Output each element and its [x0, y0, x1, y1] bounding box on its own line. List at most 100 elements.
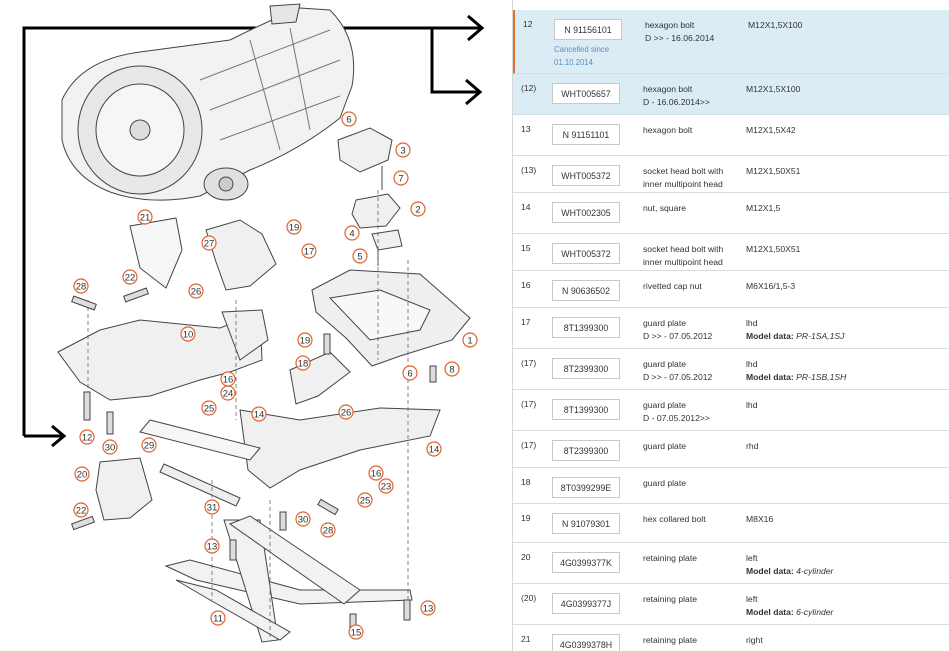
callout-31: 31	[204, 499, 220, 515]
svg-text:22: 22	[76, 506, 87, 517]
description-line: inner multipoint head	[643, 257, 723, 267]
model-data-label: Model data:	[746, 331, 794, 341]
svg-text:24: 24	[223, 389, 234, 400]
callout-15: 15	[348, 624, 364, 640]
position-number: 16	[521, 280, 531, 290]
callout-26: 26	[188, 283, 204, 299]
position-number: 19	[521, 513, 531, 523]
callout-16: 16	[220, 371, 236, 387]
model-data-label: Model data:	[746, 566, 794, 576]
svg-text:11: 11	[213, 614, 223, 625]
position-number: (20)	[521, 593, 537, 603]
part-description: hexagon bolt D - 16.06.2014>>	[643, 83, 743, 109]
position-number: (12)	[521, 83, 537, 93]
part-description: guard plate D - 07.05.2012>>	[643, 399, 743, 425]
svg-text:8: 8	[449, 365, 454, 376]
callout-13b: 13	[420, 600, 436, 616]
part-description: socket head bolt with inner multipoint he…	[643, 243, 743, 269]
part-number-button[interactable]: 4G0399377J	[552, 593, 620, 614]
part-number-button[interactable]: 8T2399300	[552, 358, 620, 379]
parts-row: 20 4G0399377K retaining plate left Model dat…	[513, 543, 949, 584]
note-line: M12X1,5X42	[746, 125, 796, 135]
svg-text:16: 16	[371, 469, 382, 480]
callout-11: 11	[210, 610, 226, 626]
parts-row: 15 WHT005372 socket head bolt with inner mu…	[513, 234, 949, 271]
part-number-button[interactable]: N 91079301	[552, 513, 620, 534]
callout-7: 7	[393, 170, 409, 186]
part-number-button[interactable]: 4G0399378H	[552, 634, 620, 651]
callout-12: 12	[79, 429, 95, 445]
svg-text:26: 26	[191, 287, 202, 298]
part-description: retaining plate	[643, 634, 743, 647]
svg-text:6: 6	[407, 369, 412, 380]
model-data-value: 4-cylinder	[796, 566, 834, 576]
position-number: 13	[521, 124, 531, 134]
description-line: hexagon bolt	[643, 84, 693, 94]
note-line: M12X1,50X51	[746, 244, 801, 254]
svg-text:4: 4	[349, 229, 354, 240]
parts-row: 14 WHT002305 nut, square M12X1,5	[513, 193, 949, 234]
part-number-button[interactable]: 4G0399377K	[552, 552, 620, 573]
part-number-button[interactable]: 8T1399300	[552, 399, 620, 420]
callout-29: 29	[141, 437, 157, 453]
note-line: left	[746, 594, 758, 604]
parts-row: (17) 8T2399300 guard plate rhd	[513, 431, 949, 468]
position-number: (17)	[521, 358, 537, 368]
svg-text:19: 19	[300, 336, 311, 347]
note-line: M8X16	[746, 514, 774, 524]
cancelled-line: 01.10.2014	[554, 58, 594, 67]
part-number-button[interactable]: N 91156101	[554, 19, 622, 40]
part-number-button[interactable]: WHT005372	[552, 243, 620, 264]
svg-text:20: 20	[77, 470, 88, 481]
callout-2: 2	[410, 201, 426, 217]
position-number: 14	[521, 202, 531, 212]
model-data-line: Model data: PR-1SB,1SH	[746, 371, 946, 384]
description-line: D >> - 07.05.2012	[643, 331, 713, 341]
description-line: rivetted cap nut	[643, 281, 702, 291]
svg-text:13: 13	[207, 542, 218, 553]
svg-text:2: 2	[415, 205, 420, 216]
svg-text:10: 10	[183, 330, 194, 341]
part-number-button[interactable]: WHT002305	[552, 202, 620, 223]
note-line: M12X1,5	[746, 203, 781, 213]
part-number-button[interactable]: 8T1399300	[552, 317, 620, 338]
part-description: guard plate	[643, 440, 743, 453]
note-line: M12X1,50X51	[746, 166, 801, 176]
svg-text:18: 18	[298, 359, 309, 370]
position-number: 18	[521, 477, 531, 487]
description-line: nut, square	[643, 203, 686, 213]
model-data-line: Model data: PR-1SA,1SJ	[746, 330, 946, 343]
part-number-button[interactable]: N 91151101	[552, 124, 620, 145]
parts-row: 16 N 90636502 rivetted cap nut M6X16/1,5-3	[513, 271, 949, 308]
svg-text:30: 30	[105, 443, 116, 454]
cancelled-notice: Cancelled since 01.10.2014	[554, 43, 634, 69]
callout-23: 23	[378, 478, 394, 494]
part-number-button[interactable]: N 90636502	[552, 280, 620, 301]
part-notes: M12X1,50X51	[746, 165, 946, 178]
callout-18: 18	[295, 355, 311, 371]
part-notes: M12X1,5	[746, 202, 946, 215]
svg-text:25: 25	[204, 404, 215, 415]
part-description: hexagon bolt D >> - 16.06.2014	[645, 19, 745, 45]
part-number-button[interactable]: WHT005372	[552, 165, 620, 186]
position-number: 15	[521, 243, 531, 253]
callout-22: 22	[122, 269, 138, 285]
diagram-canvas: 6 3 7 2 4 5 1 6 8 21 19 27 17 22 26 28 1…	[22, 3, 485, 643]
svg-text:25: 25	[360, 496, 371, 507]
description-line: D - 07.05.2012>>	[643, 413, 710, 423]
part-number-button[interactable]: 8T2399300	[552, 440, 620, 461]
position-number: 20	[521, 552, 531, 562]
callout-25: 25	[201, 400, 217, 416]
model-data-line: Model data: 6-cylinder	[746, 606, 946, 619]
part-notes: left Model data: 6-cylinder	[746, 593, 946, 619]
callout-28: 28	[73, 278, 89, 294]
model-data-line: Model data: 4-cylinder	[746, 565, 946, 578]
part-description: guard plate	[643, 477, 743, 490]
note-line: right	[746, 635, 763, 645]
part-number-button[interactable]: WHT005657	[552, 83, 620, 104]
part-description: retaining plate	[643, 593, 743, 606]
svg-text:28: 28	[76, 282, 87, 293]
part-notes: M12X1,5X100	[748, 19, 948, 32]
part-number-button[interactable]: 8T0399299E	[552, 477, 620, 498]
svg-text:26: 26	[341, 408, 352, 419]
